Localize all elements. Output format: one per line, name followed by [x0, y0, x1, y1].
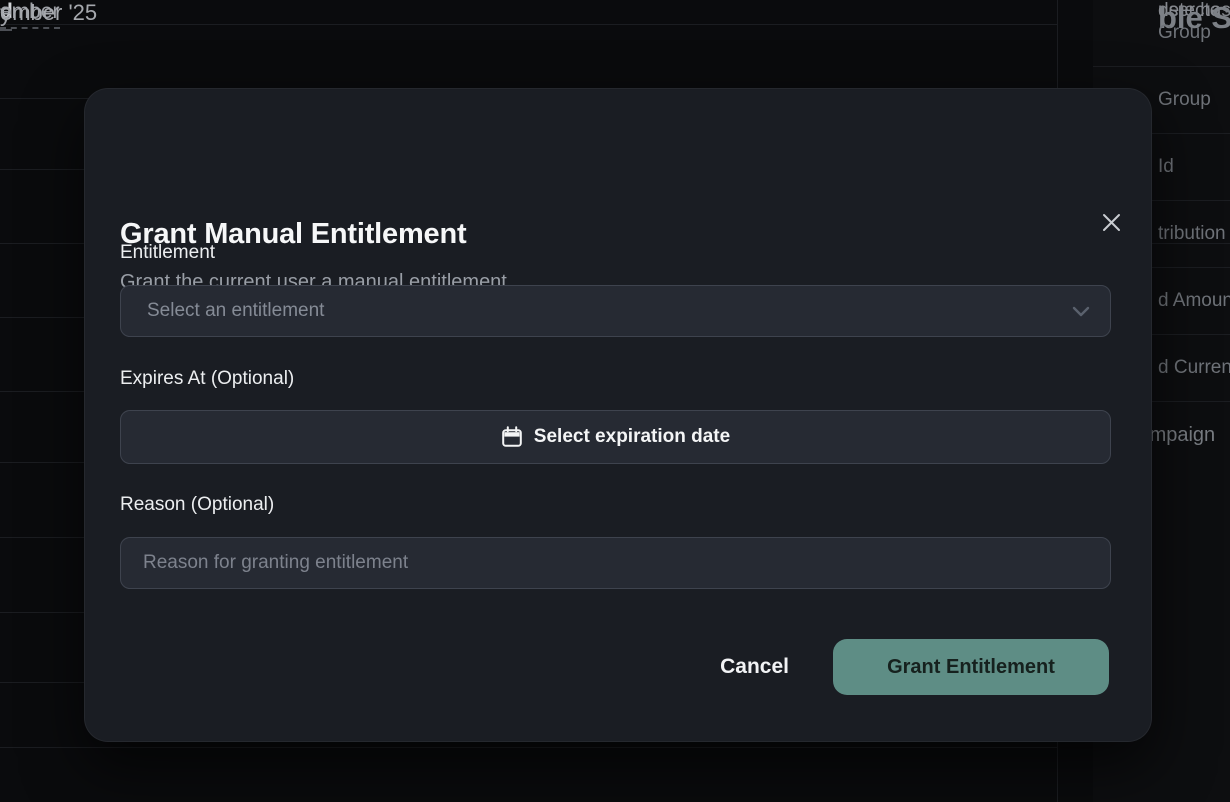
- reason-input[interactable]: [120, 537, 1111, 589]
- expiration-date-button[interactable]: Select expiration date: [120, 410, 1111, 464]
- grant-entitlement-button[interactable]: Grant Entitlement: [833, 639, 1109, 695]
- entitlement-select[interactable]: Select an entitlement: [120, 285, 1111, 337]
- reason-label: Reason (Optional): [120, 494, 274, 516]
- expiration-date-button-label: Select expiration date: [534, 426, 730, 448]
- panel-field-text: d Amount: [1158, 290, 1230, 312]
- entitlement-select-placeholder: Select an entitlement: [121, 300, 1072, 322]
- cancel-button[interactable]: Cancel: [720, 655, 789, 679]
- calendar-icon: [501, 426, 523, 448]
- panel-field-label: Group: [1093, 0, 1230, 67]
- close-button[interactable]: [1095, 206, 1127, 238]
- panel-field-text: tribution: [1158, 223, 1226, 245]
- row-separator: [0, 24, 1057, 25]
- panel-field-text: Group: [1158, 89, 1211, 111]
- panel-field-text: d Currency: [1158, 357, 1230, 379]
- expires-at-label: Expires At (Optional): [120, 368, 294, 390]
- table-cell-fragment: ember '25: [0, 0, 97, 26]
- grant-entitlement-dialog: Grant Manual Entitlement Grant the curre…: [84, 88, 1152, 742]
- row-separator: [0, 747, 1057, 748]
- entitlement-label: Entitlement: [120, 242, 215, 264]
- close-icon: [1101, 212, 1122, 233]
- panel-field-text: Id: [1158, 156, 1174, 178]
- chevron-down-icon: [1072, 306, 1090, 317]
- dialog-footer: Cancel Grant Entitlement: [120, 639, 1109, 695]
- panel-field-text: Group: [1158, 22, 1211, 44]
